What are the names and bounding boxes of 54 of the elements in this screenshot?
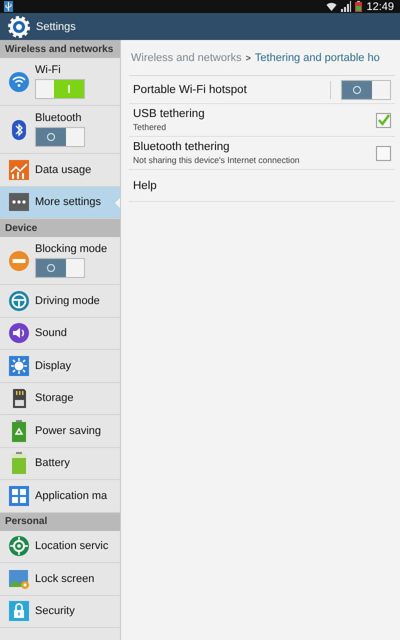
setting-summary: Not sharing this device's Internet connection (133, 155, 301, 165)
padlock-icon (8, 600, 30, 622)
app-title: Settings (36, 20, 76, 32)
checkmark-icon (377, 114, 390, 126)
landscape-icon (8, 568, 30, 590)
setting-title: USB tethering (133, 108, 206, 120)
settings-category[interactable]: Location servic (0, 530, 120, 563)
settings-category[interactable]: Sound (0, 318, 120, 350)
section-header: Device (0, 219, 120, 237)
settings-category[interactable]: More settings (0, 186, 120, 219)
setting-title: Bluetooth tethering (133, 141, 231, 153)
setting-summary: Tethered (133, 122, 168, 132)
settings-category[interactable]: Lock screen (0, 563, 120, 596)
settings-category[interactable]: Display (0, 350, 120, 382)
toggle-switch[interactable] (35, 127, 85, 147)
dots-icon (8, 191, 30, 214)
speaker-icon (8, 322, 30, 344)
toggle-switch[interactable] (35, 79, 85, 99)
wifi-icon (8, 70, 30, 92)
settings-category-panel[interactable]: Bluetooth (0, 106, 120, 154)
settings-category[interactable]: Application ma (0, 480, 120, 512)
wifi-icon (326, 1, 338, 12)
category-label: Bluetooth (35, 112, 82, 124)
chart-icon (8, 158, 30, 181)
breadcrumb-separator: > (246, 52, 251, 62)
toggle-switch[interactable] (35, 258, 85, 278)
settings-category[interactable]: Battery (0, 448, 120, 480)
steering-wheel-icon (8, 290, 30, 312)
settings-category[interactable]: Security (0, 596, 120, 628)
toggle-switch[interactable] (341, 80, 391, 100)
gear-icon (7, 14, 31, 38)
section-header: Personal (0, 512, 120, 530)
settings-category-panel[interactable]: Blocking mode (0, 237, 120, 285)
checkbox[interactable] (376, 146, 391, 160)
breadcrumb-current: Tethering and portable ho (254, 52, 380, 64)
clock-time: 12:49 (366, 0, 394, 12)
settings-category[interactable]: Power saving (0, 415, 120, 448)
grid-icon (8, 484, 30, 507)
section-header: Wireless and networks (0, 40, 120, 58)
category-label: Wi-Fi (35, 64, 62, 76)
settings-category[interactable]: Data usage (0, 154, 120, 186)
settings-category-panel[interactable]: Wi-Fi (0, 58, 120, 106)
setting-title: Portable Wi-Fi hotspot (133, 84, 248, 96)
battery-icon (355, 1, 362, 12)
sun-icon (8, 354, 30, 377)
checkbox[interactable] (376, 112, 391, 128)
setting-title: Help (133, 180, 158, 192)
target-icon (8, 535, 30, 558)
no-entry-icon (8, 250, 30, 272)
signal-icon (341, 1, 352, 12)
settings-category[interactable]: Storage (0, 382, 120, 415)
usb-icon (4, 1, 13, 12)
settings-category[interactable]: Driving mode (0, 285, 120, 318)
category-label: Blocking mode (35, 243, 108, 255)
